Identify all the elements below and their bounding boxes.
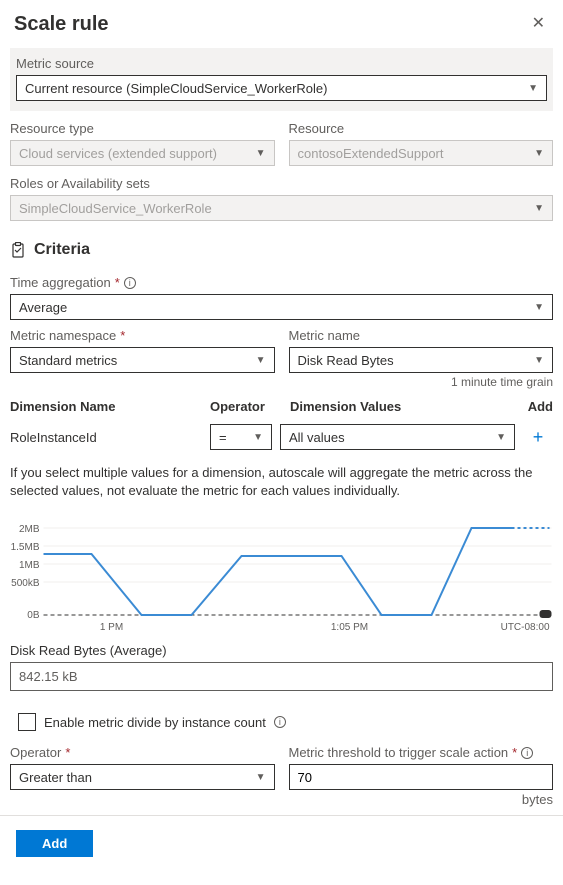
roles-avail-label: Roles or Availability sets	[10, 176, 553, 191]
panel-header: Scale rule ✕	[0, 0, 563, 44]
roles-avail-select: SimpleCloudService_WorkerRole ▼	[10, 195, 553, 221]
footer: Add	[0, 815, 563, 871]
chart-marker	[540, 610, 552, 618]
time-agg-value: Average	[19, 300, 67, 315]
roles-avail-value: SimpleCloudService_WorkerRole	[19, 201, 212, 216]
metric-namespace-value: Standard metrics	[19, 353, 117, 368]
resource-select: contosoExtendedSupport ▼	[289, 140, 554, 166]
metric-source-label: Metric source	[16, 56, 547, 71]
metric-source-section: Metric source Current resource (SimpleCl…	[10, 48, 553, 111]
avg-metric-value: 842.15 kB	[10, 662, 553, 691]
chevron-down-icon: ▼	[496, 432, 506, 443]
metric-namespace-select[interactable]: Standard metrics ▼	[10, 347, 275, 373]
info-icon[interactable]: i	[124, 277, 136, 289]
metric-name-value: Disk Read Bytes	[298, 353, 394, 368]
resource-type-value: Cloud services (extended support)	[19, 146, 217, 161]
dim-col-values: Dimension Values	[290, 399, 513, 414]
dimension-values-value: All values	[289, 430, 345, 445]
dim-col-operator: Operator	[210, 399, 290, 414]
clipboard-icon	[10, 242, 26, 258]
ytick-1p5mb: 1.5MB	[11, 542, 40, 553]
criteria-header: Criteria	[0, 229, 563, 269]
chevron-down-icon: ▼	[256, 148, 266, 159]
panel-title: Scale rule	[14, 13, 109, 36]
dimension-values-select[interactable]: All values ▼	[280, 424, 515, 450]
enable-divide-checkbox[interactable]	[18, 713, 36, 731]
dimension-header-row: Dimension Name Operator Dimension Values…	[10, 393, 553, 422]
chevron-down-icon: ▼	[256, 772, 266, 783]
required-mark: *	[512, 745, 517, 760]
chevron-down-icon: ▼	[534, 302, 544, 313]
metric-source-value: Current resource (SimpleCloudService_Wor…	[25, 81, 327, 96]
chevron-down-icon: ▼	[534, 148, 544, 159]
resource-label: Resource	[289, 121, 554, 136]
time-agg-label: Time aggregation * i	[10, 275, 553, 290]
threshold-input[interactable]	[289, 764, 554, 790]
metric-name-label: Metric name	[289, 328, 554, 343]
chevron-down-icon: ▼	[534, 203, 544, 214]
operator-label: Operator *	[10, 745, 275, 760]
dimension-help-text: If you select multiple values for a dime…	[0, 460, 563, 510]
dimension-row: RoleInstanceId = ▼ All values ▼ +	[10, 422, 553, 460]
info-icon[interactable]: i	[521, 747, 533, 759]
chart-line	[44, 528, 512, 615]
dimension-operator-value: =	[219, 430, 227, 445]
xtick-1pm: 1 PM	[100, 622, 123, 633]
operator-value: Greater than	[19, 770, 92, 785]
required-mark: *	[115, 275, 120, 290]
chart-svg: 2MB 1.5MB 1MB 500kB 0B 1 PM 1:05 PM UTC-…	[10, 518, 553, 638]
dimension-name: RoleInstanceId	[10, 430, 202, 445]
ytick-1mb: 1MB	[19, 560, 40, 571]
info-icon[interactable]: i	[274, 716, 286, 728]
xtick-105pm: 1:05 PM	[331, 622, 368, 633]
enable-divide-label: Enable metric divide by instance count	[44, 715, 266, 730]
add-button[interactable]: Add	[16, 830, 93, 857]
operator-select[interactable]: Greater than ▼	[10, 764, 275, 790]
dimension-table: Dimension Name Operator Dimension Values…	[0, 393, 563, 460]
resource-type-label: Resource type	[10, 121, 275, 136]
resource-type-select: Cloud services (extended support) ▼	[10, 140, 275, 166]
criteria-heading: Criteria	[34, 241, 90, 259]
metric-namespace-label: Metric namespace *	[10, 328, 275, 343]
chevron-down-icon: ▼	[253, 432, 263, 443]
enable-divide-row: Enable metric divide by instance count i	[0, 709, 563, 745]
close-icon[interactable]: ✕	[528, 12, 549, 36]
chevron-down-icon: ▼	[534, 355, 544, 366]
required-mark: *	[120, 328, 125, 343]
chart-tz: UTC-08:00	[501, 622, 550, 633]
ytick-2mb: 2MB	[19, 524, 40, 535]
avg-metric-label: Disk Read Bytes (Average)	[10, 643, 553, 658]
dimension-operator-select[interactable]: = ▼	[210, 424, 272, 450]
dim-col-add: Add	[513, 399, 553, 414]
add-dimension-icon[interactable]: +	[533, 427, 544, 447]
time-agg-select[interactable]: Average ▼	[10, 294, 553, 320]
dim-col-name: Dimension Name	[10, 399, 210, 414]
required-mark: *	[65, 745, 70, 760]
threshold-unit: bytes	[0, 790, 563, 815]
chevron-down-icon: ▼	[528, 83, 538, 94]
metric-name-select[interactable]: Disk Read Bytes ▼	[289, 347, 554, 373]
chevron-down-icon: ▼	[256, 355, 266, 366]
threshold-label: Metric threshold to trigger scale action…	[289, 745, 554, 760]
metric-source-select[interactable]: Current resource (SimpleCloudService_Wor…	[16, 75, 547, 101]
metric-chart: 2MB 1.5MB 1MB 500kB 0B 1 PM 1:05 PM UTC-…	[0, 510, 563, 643]
resource-value: contosoExtendedSupport	[298, 146, 444, 161]
ytick-0b: 0B	[27, 610, 40, 621]
time-grain-text: 1 minute time grain	[0, 373, 563, 393]
ytick-500kb: 500kB	[11, 578, 40, 589]
